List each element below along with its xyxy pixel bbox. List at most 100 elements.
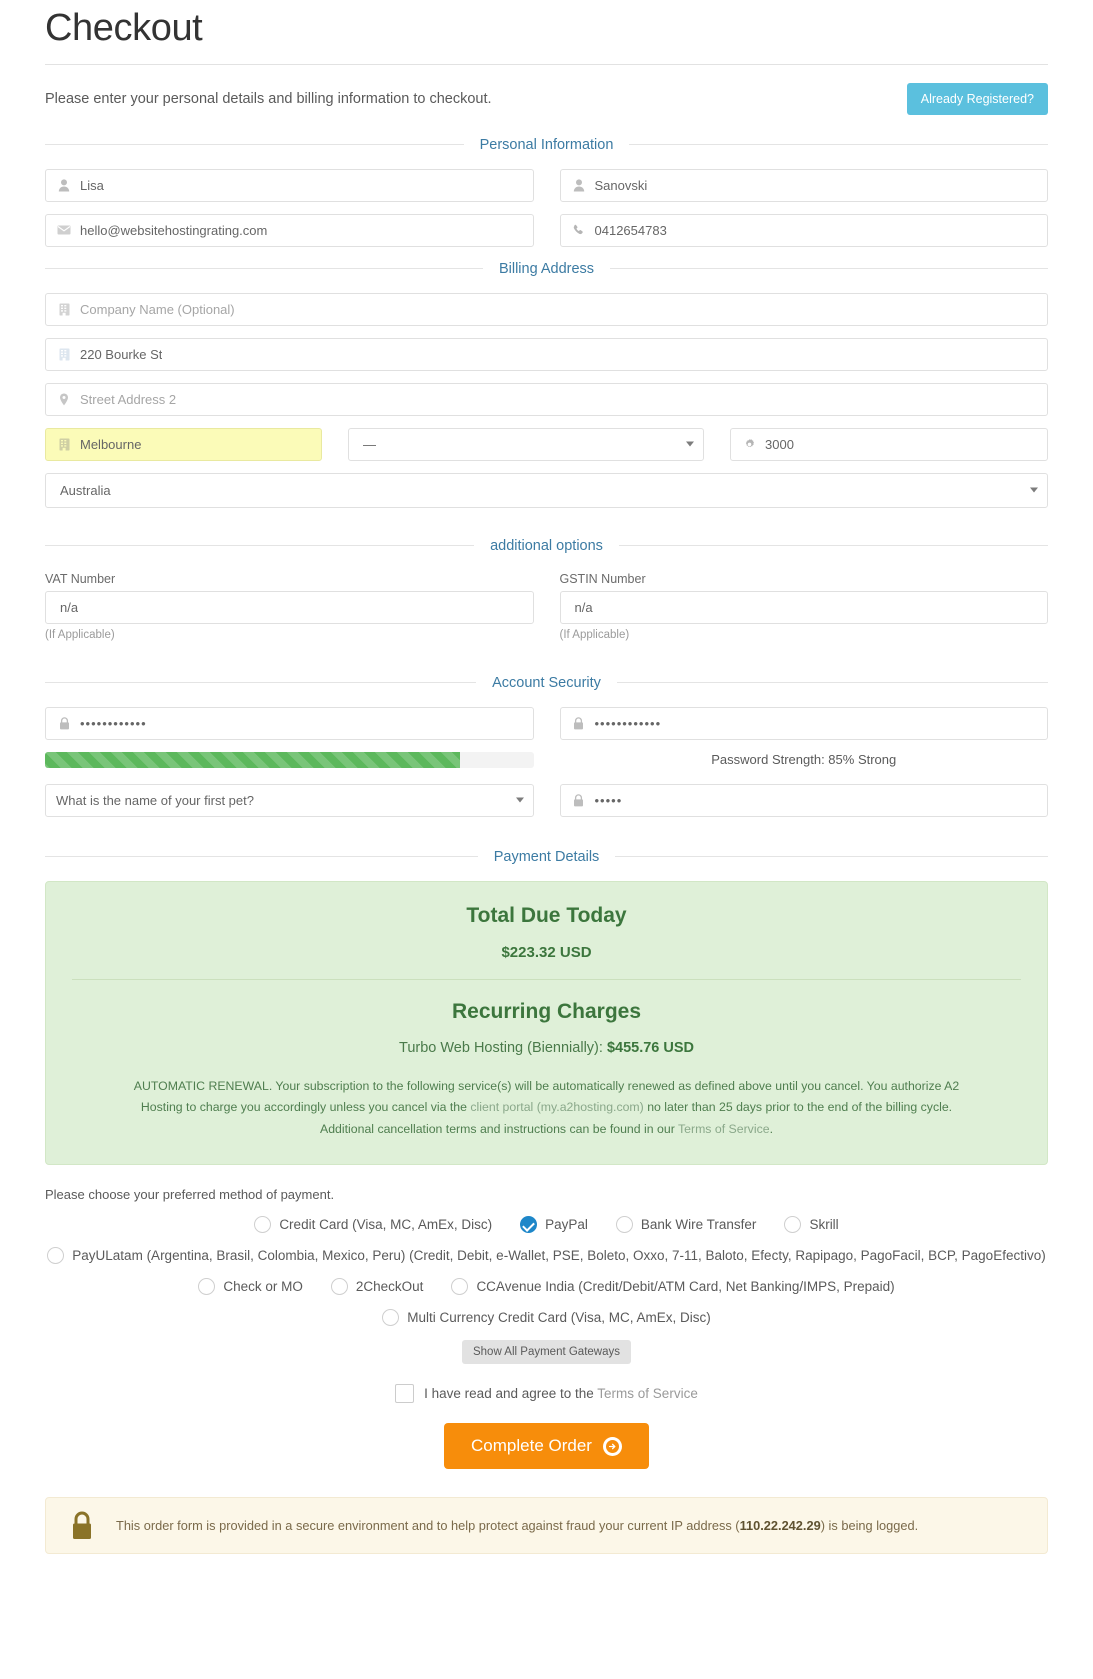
last-name-value: Sanovski [594, 177, 648, 193]
payment-method-option[interactable]: PayPal [520, 1216, 588, 1234]
country-select[interactable]: Australia [45, 472, 1048, 508]
state-col: — [348, 427, 704, 461]
gstin-label: GSTIN Number [559, 571, 646, 586]
country-row: Australia [45, 472, 1048, 508]
payment-method-radio[interactable] [254, 1216, 272, 1234]
payment-method-label: PayULatam (Argentina, Brasil, Colombia, … [72, 1248, 1046, 1264]
automatic-renewal-text: AUTOMATIC RENEWAL. Your subscription to … [117, 1076, 977, 1141]
security-question-select[interactable]: What is the name of your first pet? [45, 783, 534, 817]
terms-agreement-checkbox[interactable] [395, 1384, 415, 1404]
renewal-text-part-3: . [769, 1121, 773, 1136]
password-strength-fill [45, 751, 461, 768]
payment-method-radio[interactable] [615, 1216, 633, 1234]
contact-row: hello@websitehostingrating.com 041265478… [45, 213, 1048, 247]
payment-method-option[interactable]: 2CheckOut [330, 1278, 423, 1296]
email-col: hello@websitehostingrating.com [45, 213, 534, 247]
payment-method-radio[interactable] [47, 1247, 65, 1265]
chevron-down-icon [686, 441, 694, 447]
payment-method-option[interactable]: CCAvenue India (Credit/Debit/ATM Card, N… [451, 1278, 895, 1296]
already-registered-button[interactable]: Already Registered? [906, 82, 1048, 115]
street-address-1-field[interactable]: 220 Bourke St [45, 337, 1048, 371]
lock-icon [571, 715, 587, 731]
payment-method-label: Skrill [809, 1217, 839, 1233]
security-answer-col: ••••• [559, 783, 1048, 817]
total-due-amount: $223.32 USD [501, 943, 592, 961]
terms-agreement-label: I have read and agree to the Terms of Se… [424, 1386, 698, 1401]
user-icon [571, 177, 587, 193]
payment-method-option[interactable]: Skrill [784, 1216, 839, 1234]
vat-number-field[interactable]: n/a [45, 590, 534, 624]
payment-method-radio[interactable] [382, 1309, 400, 1327]
street1-row: 220 Bourke St [45, 337, 1048, 371]
first-name-field[interactable]: Lisa [45, 168, 534, 202]
postcode-value: 3000 [765, 436, 794, 452]
payment-method-radio[interactable] [451, 1278, 469, 1296]
legend-account-security: Account Security [45, 675, 1048, 691]
legend-line-right [615, 856, 1049, 858]
email-field[interactable]: hello@websitehostingrating.com [45, 213, 534, 247]
security-answer-field[interactable]: ••••• [559, 783, 1048, 817]
state-select[interactable]: — [348, 427, 704, 461]
legend-additional-options: additional options [45, 538, 1048, 554]
city-state-zip-row: Melbourne — 3000 [45, 427, 1048, 461]
city-value: Melbourne [80, 436, 142, 452]
payment-method-option[interactable]: PayULatam (Argentina, Brasil, Colombia, … [47, 1247, 1046, 1265]
legend-line-left [45, 144, 464, 146]
legend-line-right [629, 144, 1049, 146]
legend-line-right [618, 545, 1048, 547]
payment-method-radio[interactable] [784, 1216, 802, 1234]
payment-methods-intro: Please choose your preferred method of p… [45, 1187, 335, 1203]
arrow-right-icon [602, 1436, 622, 1456]
client-portal-link[interactable]: client portal (my.a2hosting.com) [470, 1100, 643, 1114]
chevron-down-icon [1030, 487, 1038, 493]
terms-of-service-link[interactable]: Terms of Service [597, 1386, 698, 1401]
postcode-col: 3000 [730, 427, 1048, 461]
last-name-field[interactable]: Sanovski [559, 168, 1048, 202]
payment-method-option[interactable]: Check or MO [198, 1278, 303, 1296]
payment-method-radio[interactable] [520, 1216, 538, 1234]
payment-method-label: Multi Currency Credit Card (Visa, MC, Am… [407, 1310, 711, 1326]
street-address-2-field[interactable]: Street Address 2 [45, 382, 1048, 416]
payment-method-radio[interactable] [198, 1278, 216, 1296]
legend-label: Billing Address [498, 260, 595, 277]
total-due-title: Total Due Today [466, 903, 627, 927]
street1-col: 220 Bourke St [45, 337, 1048, 371]
gstin-hint: (If Applicable) [559, 628, 630, 641]
payment-method-option[interactable]: Multi Currency Credit Card (Visa, MC, Am… [382, 1309, 711, 1327]
company-row: Company Name (Optional) [45, 292, 1048, 326]
vat-number-value: n/a [60, 599, 79, 615]
security-question-value: What is the name of your first pet? [56, 792, 254, 808]
secure-notice-prefix: This order form is provided in a secure … [116, 1518, 740, 1534]
lock-icon [70, 1511, 94, 1540]
company-name-placeholder: Company Name (Optional) [80, 301, 235, 317]
vat-label: VAT Number [45, 571, 116, 586]
ip-address: 110.22.242.29 [739, 1518, 821, 1534]
country-col: Australia [45, 472, 1048, 508]
terms-of-service-link-renewal[interactable]: Terms of Service [678, 1122, 770, 1136]
payment-methods-row-4: Multi Currency Credit Card (Visa, MC, Am… [45, 1309, 1048, 1327]
password-confirm-col: •••••••••••• [559, 706, 1048, 740]
postcode-field[interactable]: 3000 [730, 427, 1048, 461]
show-all-payment-gateways-button[interactable]: Show All Payment Gateways [461, 1340, 631, 1365]
password-strength-meter [45, 751, 534, 768]
company-name-field[interactable]: Company Name (Optional) [45, 292, 1048, 326]
payment-method-radio[interactable] [330, 1278, 348, 1296]
phone-value: 0412654783 [594, 222, 667, 238]
complete-order-button[interactable]: Complete Order [444, 1423, 649, 1470]
payment-method-option[interactable]: Credit Card (Visa, MC, AmEx, Disc) [254, 1216, 492, 1234]
chevron-down-icon [515, 797, 524, 803]
city-field[interactable]: Melbourne [45, 427, 322, 461]
first-name-value: Lisa [80, 177, 104, 193]
recurring-charges-title: Recurring Charges [451, 999, 642, 1023]
phone-field[interactable]: 0412654783 [559, 213, 1048, 247]
security-question-row: What is the name of your first pet? ••••… [45, 783, 1048, 817]
payment-method-option[interactable]: Bank Wire Transfer [615, 1216, 756, 1234]
gstin-number-field[interactable]: n/a [559, 590, 1048, 624]
lock-icon [56, 715, 72, 731]
password-confirm-field[interactable]: •••••••••••• [559, 706, 1048, 740]
password-strength-text: Password Strength: 85% Strong [711, 752, 897, 768]
phone-col: 0412654783 [559, 213, 1048, 247]
terms-agreement-row: I have read and agree to the Terms of Se… [45, 1384, 1048, 1404]
password-field[interactable]: •••••••••••• [45, 706, 534, 740]
secure-environment-notice: This order form is provided in a secure … [45, 1497, 1048, 1555]
